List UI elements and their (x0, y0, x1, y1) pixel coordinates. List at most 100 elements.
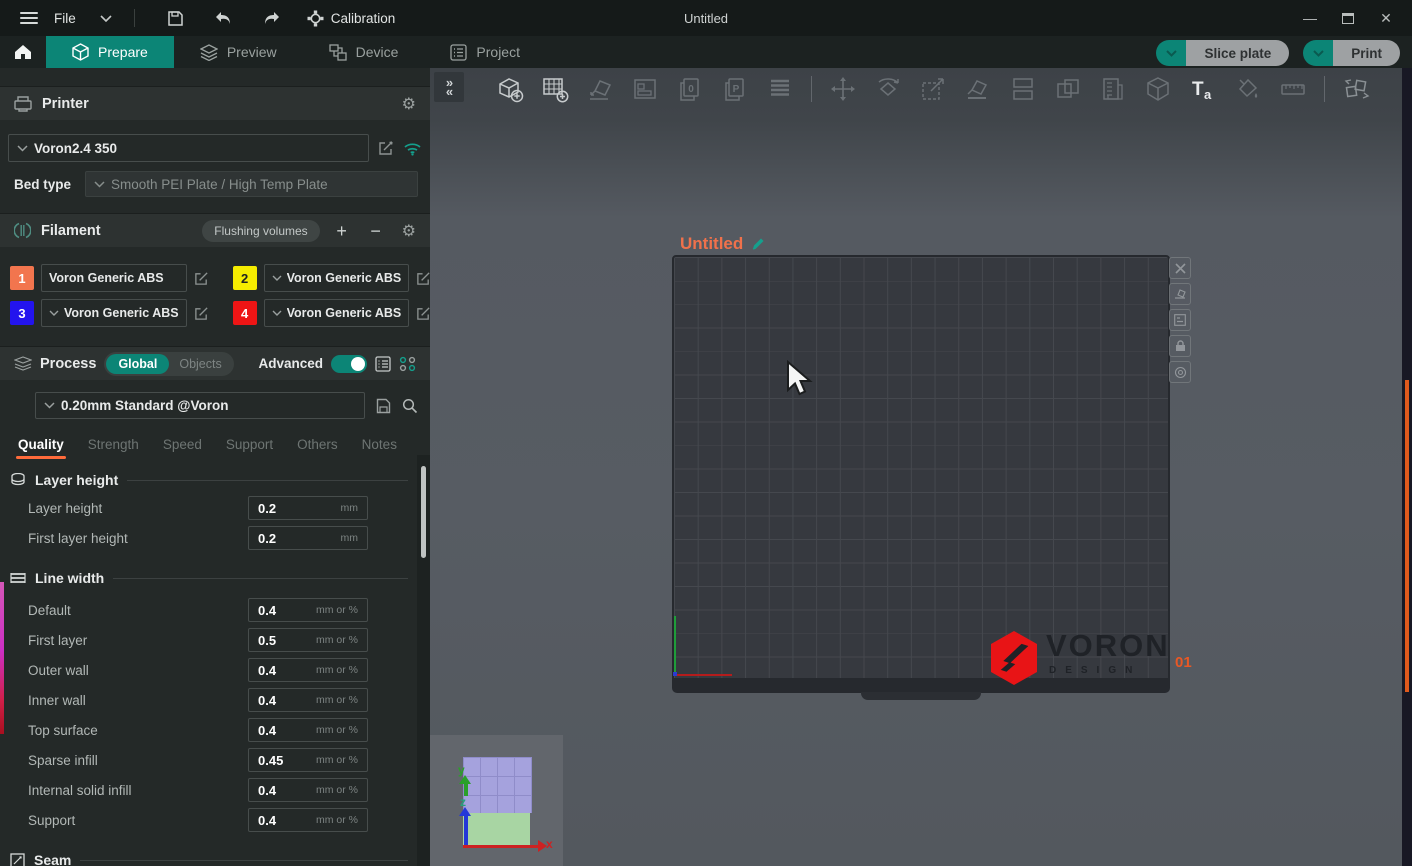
scope-objects-button[interactable]: Objects (169, 357, 231, 371)
internal-solid-infill-line-width-input[interactable]: 0.4 mm or % (248, 778, 368, 802)
mini-overview-panel[interactable]: y z x (430, 735, 563, 866)
edit-filament-icon[interactable] (194, 306, 209, 321)
edit-filament-icon[interactable] (416, 306, 430, 321)
text-tool-icon[interactable]: T a (1189, 75, 1217, 103)
filament-preset-dropdown[interactable]: Voron Generic ABS (41, 299, 187, 327)
tab-device-label: Device (356, 44, 399, 60)
search-icon[interactable] (402, 398, 418, 414)
tab-preview[interactable]: Preview (174, 36, 303, 68)
tab-strength[interactable]: Strength (88, 437, 139, 459)
redo-button[interactable] (257, 6, 287, 30)
advanced-toggle[interactable] (331, 355, 367, 373)
layers-list-icon[interactable] (766, 75, 794, 103)
printer-preset-dropdown[interactable]: Voron2.4 350 (8, 134, 369, 162)
split-to-objects-icon[interactable] (1009, 75, 1037, 103)
calibration-button[interactable]: Calibration (307, 10, 396, 27)
edit-filament-icon[interactable] (194, 271, 209, 286)
bed-type-dropdown[interactable]: Smooth PEI Plate / High Temp Plate (85, 171, 418, 197)
top-surface-line-width-input[interactable]: 0.4 mm or % (248, 718, 368, 742)
filament-color-swatch[interactable]: 3 (10, 301, 34, 325)
add-model-icon[interactable] (496, 75, 524, 103)
first-layer-height-input[interactable]: 0.2 mm (248, 526, 368, 550)
viewport-3d[interactable]: »« (430, 68, 1402, 866)
print-options-chevron[interactable] (1303, 40, 1333, 66)
chevron-down-icon[interactable] (100, 15, 112, 22)
minimize-button[interactable]: — (1294, 5, 1326, 31)
edit-filament-icon[interactable] (416, 271, 430, 286)
flushing-volumes-button[interactable]: Flushing volumes (202, 220, 319, 242)
slice-options-chevron[interactable] (1156, 40, 1186, 66)
home-button[interactable] (0, 36, 46, 68)
split-to-parts-icon[interactable] (1054, 75, 1082, 103)
scale-tool-icon[interactable] (919, 75, 947, 103)
settings-scrollbar-thumb[interactable] (421, 466, 426, 558)
parameter-table-icon[interactable] (375, 356, 391, 372)
tab-quality[interactable]: Quality (18, 437, 64, 459)
build-plate[interactable] (672, 255, 1170, 680)
collapse-sidebar-button[interactable]: »« (434, 72, 464, 102)
add-filament-button[interactable]: + (330, 222, 354, 240)
tab-others[interactable]: Others (297, 437, 338, 459)
filament-grid: 1 Voron Generic ABS 2 Voron Generic ABS … (10, 263, 420, 328)
print-button[interactable]: Print (1303, 40, 1400, 66)
rotate-tool-icon[interactable] (874, 75, 902, 103)
settings-scrollbar-track[interactable] (417, 455, 430, 866)
edit-printer-icon[interactable] (378, 140, 394, 156)
maximize-button[interactable] (1332, 5, 1364, 31)
rename-plate-pencil-icon[interactable] (751, 237, 765, 251)
paste-objects-icon[interactable]: P (721, 75, 749, 103)
slice-plate-button[interactable]: Slice plate (1156, 40, 1289, 66)
filament-color-swatch[interactable]: 1 (10, 266, 34, 290)
inner-wall-line-width-input[interactable]: 0.4 mm or % (248, 688, 368, 712)
plate-settings-button[interactable] (1169, 361, 1191, 383)
printer-settings-gear-icon[interactable]: ⚙ (402, 96, 416, 112)
process-preset-dropdown[interactable]: 0.20mm Standard @Voron (35, 392, 365, 419)
file-menu[interactable]: File (54, 11, 76, 26)
tab-speed[interactable]: Speed (163, 437, 202, 459)
plate-name[interactable]: Untitled (680, 234, 765, 254)
redo-icon (262, 11, 281, 26)
auto-orient-plate-button[interactable] (1169, 283, 1191, 305)
filament-preset-dropdown[interactable]: Voron Generic ABS (264, 264, 410, 292)
first-layer-line-width-input[interactable]: 0.5 mm or % (248, 628, 368, 652)
mini-build-plate (463, 813, 530, 846)
scope-global-button[interactable]: Global (106, 354, 169, 374)
copy-objects-icon[interactable]: 0 (676, 75, 704, 103)
variable-layer-height-icon[interactable] (1099, 75, 1127, 103)
tab-project[interactable]: Project (424, 36, 546, 68)
main-menu-button[interactable] (14, 6, 44, 30)
arrange-icon[interactable] (631, 75, 659, 103)
delete-all-objects-button[interactable] (1169, 257, 1191, 279)
filament-settings-gear-icon[interactable]: ⚙ (402, 223, 416, 239)
close-button[interactable]: ✕ (1370, 5, 1402, 31)
auto-orient-icon[interactable] (586, 75, 614, 103)
lock-plate-button[interactable] (1169, 335, 1191, 357)
remove-filament-button[interactable]: − (364, 222, 388, 240)
filament-preset-dropdown[interactable]: Voron Generic ABS (41, 264, 187, 292)
save-preset-icon[interactable] (376, 398, 391, 414)
tab-device[interactable]: Device (303, 36, 425, 68)
tab-support[interactable]: Support (226, 437, 273, 459)
save-button[interactable] (161, 6, 191, 30)
filament-preset-dropdown[interactable]: Voron Generic ABS (264, 299, 410, 327)
compare-presets-icon[interactable] (399, 356, 416, 372)
layer-height-input[interactable]: 0.2 mm (248, 496, 368, 520)
support-line-width-input[interactable]: 0.4 mm or % (248, 808, 368, 832)
tab-prepare[interactable]: Prepare (46, 36, 174, 68)
place-on-face-icon[interactable] (964, 75, 992, 103)
sparse-infill-line-width-input[interactable]: 0.45 mm or % (248, 748, 368, 772)
move-tool-icon[interactable] (829, 75, 857, 103)
add-plate-icon[interactable] (541, 75, 569, 103)
assembly-view-icon[interactable] (1342, 75, 1370, 103)
filament-color-swatch[interactable]: 2 (233, 266, 257, 290)
filament-color-swatch[interactable]: 4 (233, 301, 257, 325)
arrange-plate-button[interactable] (1169, 309, 1191, 331)
color-paint-icon[interactable] (1234, 75, 1262, 103)
outer-wall-line-width-input[interactable]: 0.4 mm or % (248, 658, 368, 682)
undo-button[interactable] (209, 6, 239, 30)
default-line-width-input[interactable]: 0.4 mm or % (248, 598, 368, 622)
measure-tool-icon[interactable] (1279, 75, 1307, 103)
tab-notes[interactable]: Notes (362, 437, 397, 459)
mesh-boolean-icon[interactable] (1144, 75, 1172, 103)
wifi-connection-icon[interactable] (403, 141, 422, 156)
